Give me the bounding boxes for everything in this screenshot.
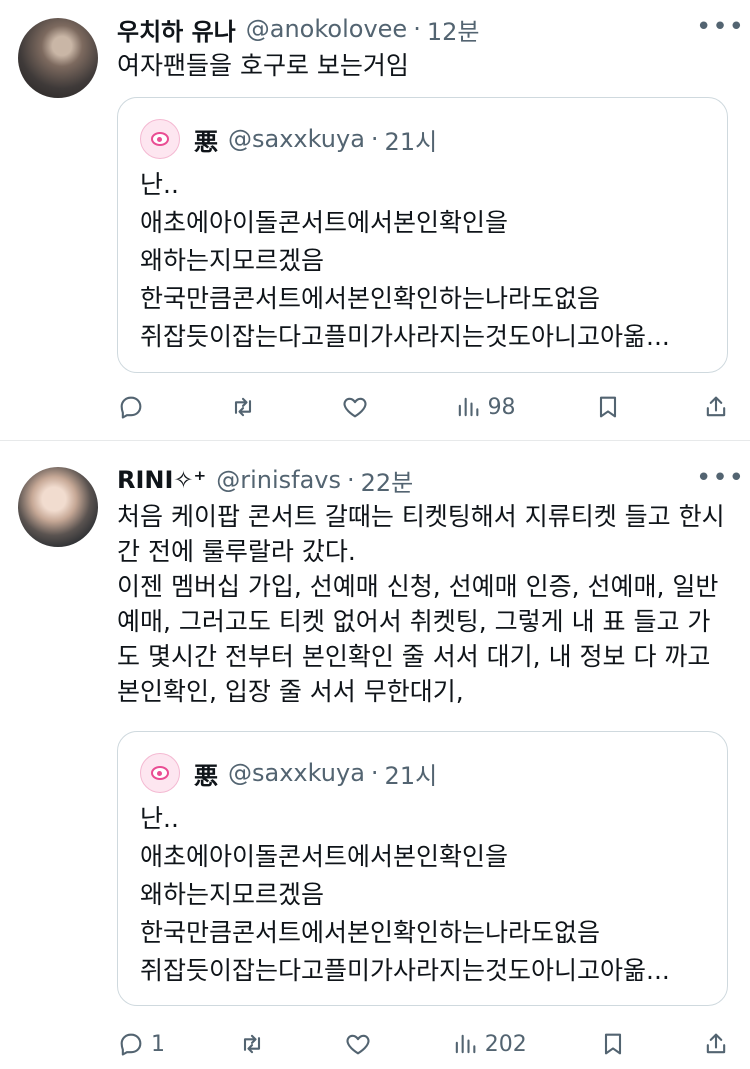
separator-dot: ·: [413, 15, 421, 43]
quoted-timestamp: 21시: [384, 127, 438, 156]
retweet-icon: [243, 1034, 260, 1054]
quoted-tweet[interactable]: 悪 @saxxkuya · 21시 난.. 애초에아이돌콘서트에서본인확인을 왜…: [117, 731, 728, 1006]
bookmark-icon: [605, 1033, 622, 1055]
tweet-text: 여자팬들을 호구로 보는거임: [117, 51, 409, 80]
avatar[interactable]: [18, 467, 98, 547]
share-icon: [706, 1033, 726, 1054]
quoted-display-name: 悪: [194, 761, 218, 790]
tweet-content: 우치하 유나 @anokolovee · 12분 ••• 여자팬들을 호구로 보…: [117, 12, 744, 83]
quoted-tweet-text: 난.. 애초에아이돌콘서트에서본인확인을 왜하는지모르겠음 한국만큼콘서트에서본…: [140, 804, 670, 985]
display-name[interactable]: RINI✧⁺: [117, 466, 206, 494]
quoted-user-handle: @saxxkuya: [228, 759, 365, 787]
separator-dot: ·: [346, 466, 355, 494]
heart-icon: [346, 1034, 370, 1055]
analytics-icon: [455, 1034, 476, 1054]
view-count: 98: [487, 394, 516, 420]
quoted-user-handle: @saxxkuya: [228, 125, 365, 153]
tweet-content: RINI✧⁺ @rinisfavs · 22분 ••• 처음 케이팝 콘서트 갈…: [117, 463, 744, 709]
share-button[interactable]: [702, 1030, 732, 1058]
tweet-actions: 98: [117, 387, 732, 427]
like-button[interactable]: [344, 1030, 378, 1058]
tweet-text: 처음 케이팝 콘서트 갈때는 티켓팅해서 지류티켓 들고 한시간 전에 룰루랄라…: [117, 502, 725, 706]
quoted-display-name: 悪: [194, 127, 218, 156]
separator-dot: ·: [370, 125, 379, 153]
like-button[interactable]: [341, 393, 375, 421]
quoted-tweet-header: 悪 @saxxkuya · 21시: [140, 119, 705, 159]
user-handle[interactable]: @rinisfavs: [216, 466, 341, 494]
display-name[interactable]: 우치하 유나: [117, 12, 236, 47]
user-handle[interactable]: @anokolovee: [246, 15, 407, 43]
quoted-tweet[interactable]: 悪 @saxxkuya · 21시 난.. 애초에아이돌콘서트에서본인확인을 왜…: [117, 97, 728, 373]
share-button[interactable]: [702, 393, 732, 421]
more-options-icon[interactable]: •••: [696, 12, 744, 46]
bookmark-button[interactable]: [599, 1030, 629, 1058]
retweet-button[interactable]: [238, 1030, 272, 1058]
timestamp[interactable]: 22분: [361, 463, 414, 498]
views-button[interactable]: 202: [451, 1030, 527, 1058]
reply-icon: [120, 1033, 142, 1056]
tweet[interactable]: 우치하 유나 @anokolovee · 12분 ••• 여자팬들을 호구로 보…: [0, 0, 750, 441]
view-count: 202: [484, 1031, 527, 1057]
reply-button[interactable]: 1: [117, 1030, 165, 1058]
bookmark-button[interactable]: [594, 393, 624, 421]
avatar[interactable]: [18, 18, 98, 98]
heart-icon: [343, 397, 367, 418]
timestamp[interactable]: 12분: [427, 12, 480, 47]
tweet-header: 우치하 유나 @anokolovee · 12분: [117, 12, 732, 46]
share-icon: [706, 396, 726, 417]
reply-button[interactable]: [117, 393, 151, 421]
quoted-tweet-text: 난.. 애초에아이돌콘서트에서본인확인을 왜하는지모르겠음 한국만큼콘서트에서본…: [140, 170, 670, 351]
tweet-actions: 1 202: [117, 1024, 732, 1064]
reply-icon: [120, 396, 142, 419]
bookmark-icon: [599, 396, 616, 418]
retweet-icon: [235, 397, 252, 417]
quoted-timestamp: 21시: [384, 761, 438, 790]
reply-count: 1: [151, 1031, 165, 1057]
more-options-icon[interactable]: •••: [696, 463, 744, 497]
tweet-header: RINI✧⁺ @rinisfavs · 22분: [117, 463, 732, 497]
retweet-button[interactable]: [229, 393, 263, 421]
tweet[interactable]: RINI✧⁺ @rinisfavs · 22분 ••• 처음 케이팝 콘서트 갈…: [0, 441, 750, 1069]
quoted-avatar: [140, 753, 180, 793]
analytics-icon: [458, 397, 478, 417]
views-button[interactable]: 98: [454, 393, 516, 421]
separator-dot: ·: [370, 759, 379, 787]
quoted-avatar: [140, 119, 180, 159]
quoted-tweet-header: 悪 @saxxkuya · 21시: [140, 753, 705, 793]
